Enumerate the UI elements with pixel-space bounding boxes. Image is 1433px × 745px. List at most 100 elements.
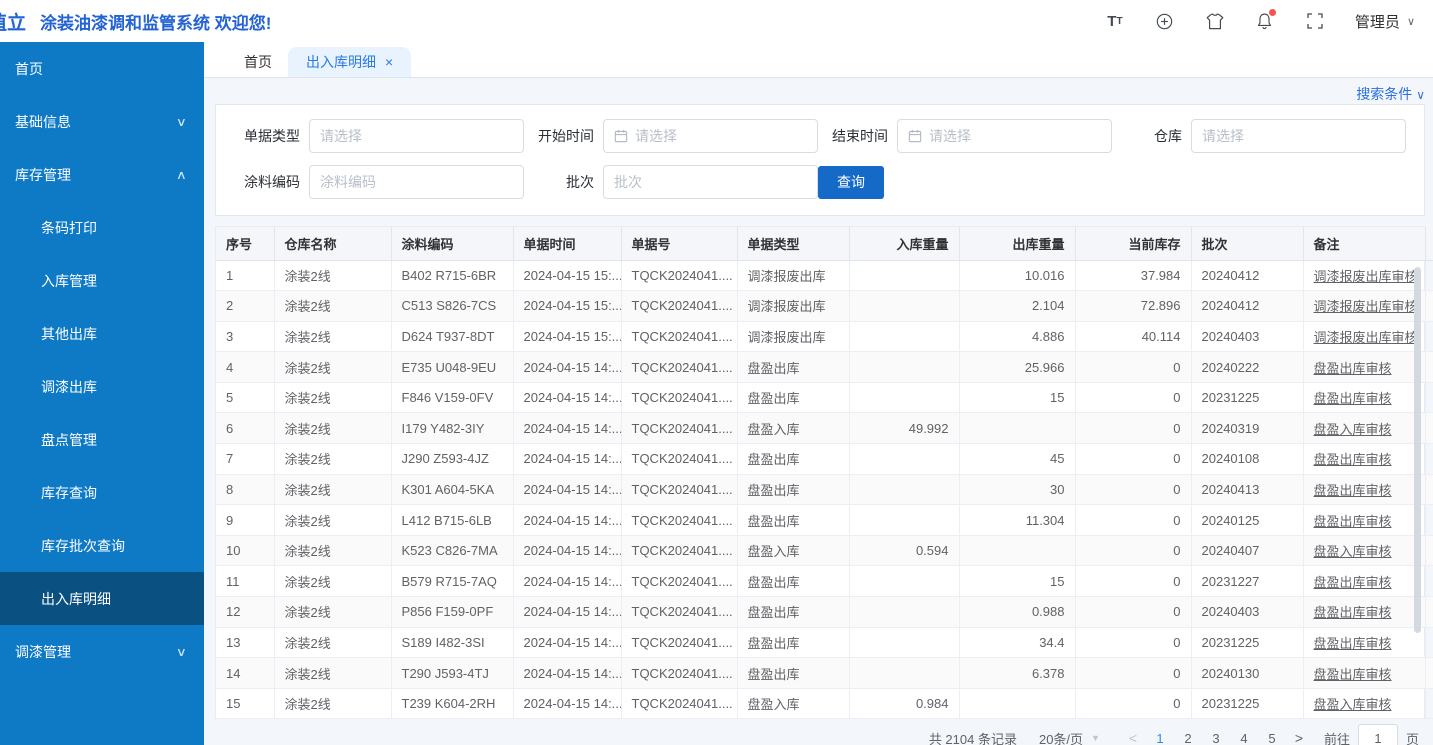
cell-remark[interactable]: 盘盈出库审核 <box>1303 658 1425 689</box>
vertical-scrollbar[interactable] <box>1414 267 1421 633</box>
cell-remark[interactable]: 盘盈入库审核 <box>1303 535 1425 566</box>
notification-bell-icon[interactable] <box>1253 9 1277 33</box>
cell-remark[interactable]: 调漆报废出库审核 <box>1303 291 1425 322</box>
sidebar-item-label: 入库管理 <box>41 271 97 291</box>
end-time-picker[interactable] <box>897 119 1112 153</box>
table-row[interactable]: 1涂装2线B402 R715-6BR2024-04-15 15:...TQCK2… <box>216 260 1433 291</box>
page-number-3[interactable]: 3 <box>1202 731 1230 745</box>
cell-remark[interactable]: 盘盈出库审核 <box>1303 474 1425 505</box>
cell-doc-type: 调漆报废出库 <box>737 321 849 352</box>
sidebar-item-4[interactable]: 入库管理 <box>0 254 204 307</box>
table-row[interactable]: 4涂装2线E735 U048-9EU2024-04-15 14:...TQCK2… <box>216 352 1433 383</box>
cell-stock: 0 <box>1075 658 1191 689</box>
paint-code-box[interactable] <box>309 165 524 199</box>
theme-skin-icon[interactable] <box>1203 9 1227 33</box>
sidebar-item-1[interactable]: 基础信息∨ <box>0 95 204 148</box>
remark-link[interactable]: 盘盈出库审核 <box>1314 514 1392 529</box>
doc-type-select[interactable] <box>309 119 524 153</box>
remark-link[interactable]: 盘盈入库审核 <box>1314 544 1392 559</box>
remark-link[interactable]: 盘盈出库审核 <box>1314 483 1392 498</box>
tab-home[interactable]: 首页 <box>228 47 288 77</box>
cell-remark[interactable]: 盘盈出库审核 <box>1303 627 1425 658</box>
table-row[interactable]: 14涂装2线T290 J593-4TJ2024-04-15 14:...TQCK… <box>216 658 1433 689</box>
cell-seq: 8 <box>216 474 274 505</box>
page-number-1[interactable]: 1 <box>1146 731 1174 745</box>
cell-remark[interactable]: 调漆报废出库审核 <box>1303 321 1425 352</box>
font-size-icon[interactable]: TT <box>1103 9 1127 33</box>
page-number-2[interactable]: 2 <box>1174 731 1202 745</box>
warehouse-input[interactable] <box>1202 128 1395 144</box>
cell-stock: 0 <box>1075 444 1191 475</box>
sidebar-item-6[interactable]: 调漆出库 <box>0 360 204 413</box>
next-page-button[interactable]: > <box>1286 730 1312 745</box>
page-number-4[interactable]: 4 <box>1230 731 1258 745</box>
cell-remark[interactable]: 盘盈出库审核 <box>1303 352 1425 383</box>
fullscreen-icon[interactable] <box>1303 9 1327 33</box>
sidebar-item-3[interactable]: 条码打印 <box>0 201 204 254</box>
table-row[interactable]: 9涂装2线L412 B715-6LB2024-04-15 14:...TQCK2… <box>216 505 1433 536</box>
sidebar-item-5[interactable]: 其他出库 <box>0 307 204 360</box>
cell-remark[interactable]: 盘盈入库审核 <box>1303 688 1425 719</box>
remark-link[interactable]: 盘盈出库审核 <box>1314 575 1392 590</box>
table-row[interactable]: 10涂装2线K523 C826-7MA2024-04-15 14:...TQCK… <box>216 535 1433 566</box>
page-size-select[interactable]: 20条/页 ▼ <box>1039 729 1100 745</box>
batch-box[interactable] <box>603 165 818 199</box>
remark-link[interactable]: 盘盈出库审核 <box>1314 391 1392 406</box>
table-row[interactable]: 2涂装2线C513 S826-7CS2024-04-15 15:...TQCK2… <box>216 291 1433 322</box>
tab-inout-detail[interactable]: 出入库明细 × <box>288 47 411 77</box>
cell-remark[interactable]: 盘盈出库审核 <box>1303 382 1425 413</box>
goto-page-input[interactable] <box>1358 724 1398 745</box>
start-time-input[interactable] <box>635 128 807 144</box>
table-row[interactable]: 7涂装2线J290 Z593-4JZ2024-04-15 14:...TQCK2… <box>216 444 1433 475</box>
sidebar-item-2[interactable]: 库存管理∧ <box>0 148 204 201</box>
remark-link[interactable]: 盘盈入库审核 <box>1314 697 1392 712</box>
cell-remark[interactable]: 盘盈入库审核 <box>1303 413 1425 444</box>
remark-link[interactable]: 盘盈出库审核 <box>1314 452 1392 467</box>
cell-doc-type: 盘盈入库 <box>737 688 849 719</box>
sidebar-item-7[interactable]: 盘点管理 <box>0 413 204 466</box>
sidebar-item-0[interactable]: 首页 <box>0 42 204 95</box>
remark-link[interactable]: 调漆报废出库审核 <box>1314 330 1418 345</box>
search-condition-toggle[interactable]: 搜索条件 ∨ <box>1356 84 1425 104</box>
sidebar-item-9[interactable]: 库存批次查询 <box>0 519 204 572</box>
cell-remark[interactable]: 盘盈出库审核 <box>1303 566 1425 597</box>
cell-remark[interactable]: 盘盈出库审核 <box>1303 505 1425 536</box>
sidebar-item-8[interactable]: 库存查询 <box>0 466 204 519</box>
batch-input[interactable] <box>614 174 807 190</box>
table-row[interactable]: 3涂装2线D624 T937-8DT2024-04-15 15:...TQCK2… <box>216 321 1433 352</box>
table-row[interactable]: 5涂装2线F846 V159-0FV2024-04-15 14:...TQCK2… <box>216 382 1433 413</box>
table-row[interactable]: 12涂装2线P856 F159-0PF2024-04-15 14:...TQCK… <box>216 597 1433 628</box>
column-header: 单据号 <box>621 227 737 260</box>
sidebar-item-10[interactable]: 出入库明细 <box>0 572 204 625</box>
table-row[interactable]: 8涂装2线K301 A604-5KA2024-04-15 14:...TQCK2… <box>216 474 1433 505</box>
table-row[interactable]: 13涂装2线S189 I482-3SI2024-04-15 14:...TQCK… <box>216 627 1433 658</box>
remark-link[interactable]: 调漆报废出库审核 <box>1314 299 1418 314</box>
prev-page-button[interactable]: < <box>1120 730 1146 745</box>
table-row[interactable]: 6涂装2线I179 Y482-3IY2024-04-15 14:...TQCK2… <box>216 413 1433 444</box>
cell-remark[interactable]: 调漆报废出库审核 <box>1303 260 1425 291</box>
doc-type-input[interactable] <box>320 128 513 144</box>
warehouse-select[interactable] <box>1191 119 1406 153</box>
user-menu[interactable]: 管理员 ∨ <box>1355 11 1415 32</box>
start-time-picker[interactable] <box>603 119 818 153</box>
paint-code-input[interactable] <box>320 174 513 190</box>
remark-link[interactable]: 盘盈出库审核 <box>1314 605 1392 620</box>
remark-link[interactable]: 盘盈出库审核 <box>1314 636 1392 651</box>
remark-link[interactable]: 盘盈入库审核 <box>1314 422 1392 437</box>
end-time-input[interactable] <box>929 128 1101 144</box>
close-icon[interactable]: × <box>385 55 393 69</box>
remark-link[interactable]: 盘盈出库审核 <box>1314 361 1392 376</box>
column-header: 批次 <box>1191 227 1303 260</box>
page-number-5[interactable]: 5 <box>1258 731 1286 745</box>
cell-remark[interactable]: 盘盈出库审核 <box>1303 597 1425 628</box>
cell-doc-no: TQCK2024041.... <box>621 382 737 413</box>
remark-link[interactable]: 盘盈出库审核 <box>1314 667 1392 682</box>
table-row[interactable]: 15涂装2线T239 K604-2RH2024-04-15 14:...TQCK… <box>216 688 1433 719</box>
sidebar-item-11[interactable]: 调漆管理∨ <box>0 625 204 678</box>
query-button[interactable]: 查询 <box>818 166 884 199</box>
cell-remark[interactable]: 盘盈出库审核 <box>1303 444 1425 475</box>
remark-link[interactable]: 调漆报废出库审核 <box>1314 269 1418 284</box>
cell-in-weight: 0.594 <box>849 535 959 566</box>
circle-plus-icon[interactable] <box>1153 9 1177 33</box>
table-row[interactable]: 11涂装2线B579 R715-7AQ2024-04-15 14:...TQCK… <box>216 566 1433 597</box>
